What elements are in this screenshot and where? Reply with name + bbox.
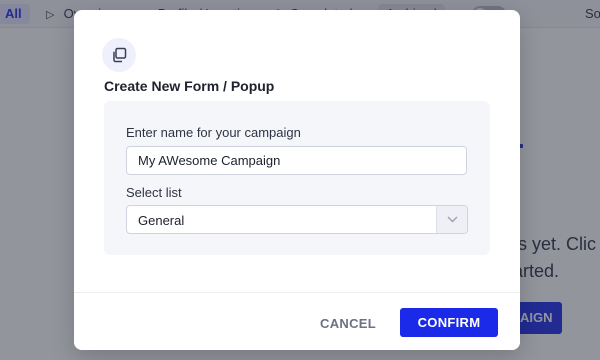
dialog-title: Create New Form / Popup <box>104 78 275 94</box>
create-form-dialog: Create New Form / Popup Enter name for y… <box>74 10 520 350</box>
list-select-value: General <box>138 213 185 228</box>
copy-icon <box>102 38 136 72</box>
select-list-label: Select list <box>126 185 182 200</box>
cancel-button[interactable]: CANCEL <box>306 315 390 331</box>
confirm-button[interactable]: CONFIRM <box>400 308 498 337</box>
list-select[interactable]: General <box>126 205 468 234</box>
chevron-down-icon[interactable] <box>436 206 467 233</box>
campaign-name-input[interactable] <box>126 146 467 175</box>
dialog-footer: CANCEL CONFIRM <box>74 292 520 350</box>
campaign-name-label: Enter name for your campaign <box>126 125 301 140</box>
form-panel: Enter name for your campaign Select list… <box>104 101 490 255</box>
